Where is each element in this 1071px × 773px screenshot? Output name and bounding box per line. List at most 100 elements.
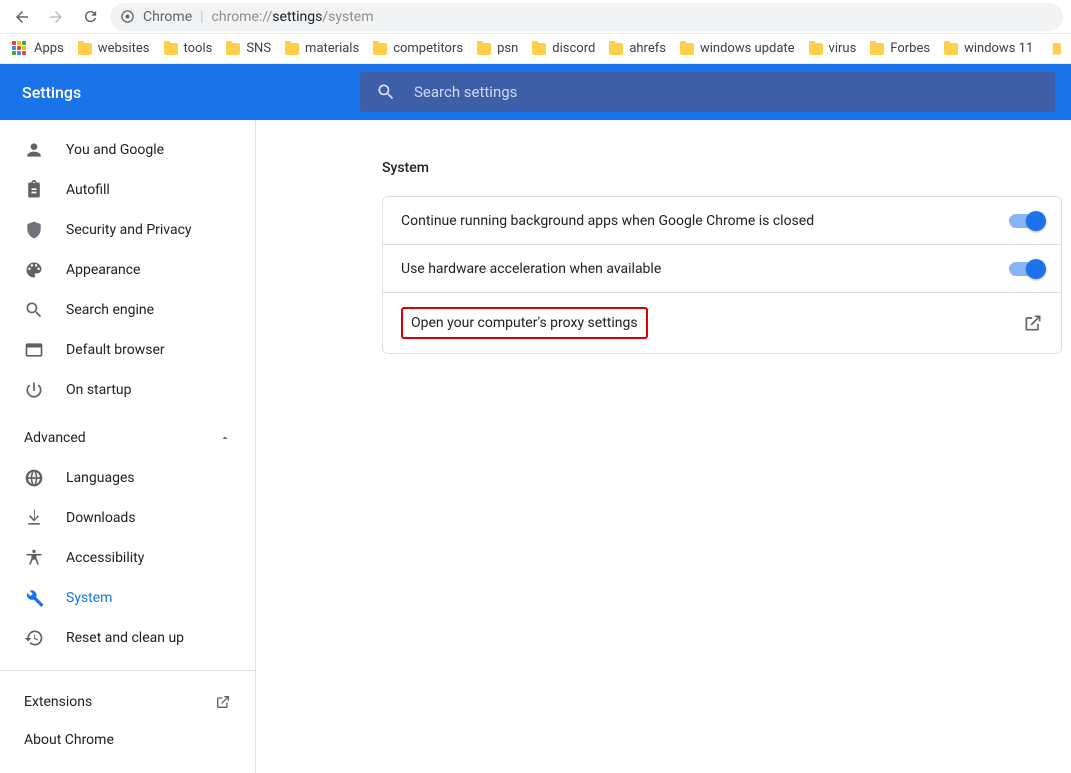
extensions-label: Extensions [24, 694, 92, 710]
advanced-label: Advanced [24, 430, 86, 446]
external-link-icon [215, 694, 231, 710]
bookmark-folder[interactable]: competitors [373, 41, 463, 56]
setting-label: Continue running background apps when Go… [401, 213, 1009, 229]
site-info-icon [120, 9, 135, 24]
folder-icon [680, 43, 694, 55]
download-icon [24, 508, 44, 528]
settings-title: Settings [0, 83, 360, 102]
sidebar-item-label: Downloads [66, 510, 136, 526]
shield-icon [24, 220, 44, 240]
reload-button[interactable] [76, 3, 104, 31]
settings-card: Continue running background apps when Go… [382, 196, 1062, 354]
sidebar-item-appearance[interactable]: Appearance [0, 250, 255, 290]
clipboard-icon [24, 180, 44, 200]
sidebar-item-label: Accessibility [66, 550, 144, 566]
bookmark-folder[interactable]: materials [285, 41, 359, 56]
bookmark-folder-cut[interactable] [1047, 43, 1061, 55]
sidebar-item-label: Reset and clean up [66, 630, 184, 646]
sidebar-item-label: On startup [66, 382, 132, 398]
accessibility-icon [24, 548, 44, 568]
sidebar-item-reset[interactable]: Reset and clean up [0, 618, 255, 658]
folder-icon [164, 43, 178, 55]
sidebar-item-security[interactable]: Security and Privacy [0, 210, 255, 250]
setting-row-proxy[interactable]: Open your computer's proxy settings [383, 293, 1061, 353]
folder-icon [532, 43, 546, 55]
sidebar-item-label: System [66, 590, 112, 606]
setting-row-hardware-accel: Use hardware acceleration when available [383, 245, 1061, 293]
folder-icon [944, 43, 958, 55]
bookmark-folder[interactable]: psn [477, 41, 518, 56]
folder-icon [78, 43, 92, 55]
search-icon [24, 300, 44, 320]
folder-icon [285, 43, 299, 55]
folder-icon [870, 43, 884, 55]
bookmark-folder[interactable]: tools [164, 41, 213, 56]
address-url: chrome://settings/system [212, 9, 374, 25]
bookmark-folder[interactable]: Forbes [870, 41, 930, 56]
section-title: System [382, 160, 1062, 176]
setting-row-background-apps: Continue running background apps when Go… [383, 197, 1061, 245]
sidebar-item-label: You and Google [66, 142, 164, 158]
sidebar-item-languages[interactable]: Languages [0, 458, 255, 498]
folder-icon [477, 43, 491, 55]
bookmark-folder[interactable]: virus [809, 41, 857, 56]
sidebar-item-label: Autofill [66, 182, 110, 198]
toggle-hardware-accel[interactable] [1009, 262, 1043, 276]
folder-icon [809, 43, 823, 55]
about-label: About Chrome [24, 732, 114, 748]
sidebar-item-default-browser[interactable]: Default browser [0, 330, 255, 370]
settings-search-input[interactable] [414, 83, 1039, 101]
palette-icon [24, 260, 44, 280]
apps-label: Apps [34, 41, 64, 56]
address-separator: | [200, 9, 203, 25]
sidebar-advanced-toggle[interactable]: Advanced [0, 418, 255, 458]
bookmark-folder[interactable]: SNS [226, 41, 271, 56]
sidebar-item-you-and-google[interactable]: You and Google [0, 130, 255, 170]
bookmark-folder[interactable]: websites [78, 41, 150, 56]
sidebar-item-accessibility[interactable]: Accessibility [0, 538, 255, 578]
apps-icon [12, 41, 28, 57]
chevron-up-icon [219, 432, 231, 444]
window-icon [24, 340, 44, 360]
bookmark-folder[interactable]: windows 11 [944, 41, 1033, 56]
bookmark-folder[interactable]: ahrefs [609, 41, 666, 56]
address-origin: Chrome [143, 9, 192, 25]
address-bar[interactable]: Chrome | chrome://settings/system [110, 3, 1063, 31]
settings-header: Settings [0, 64, 1071, 120]
sidebar-item-label: Appearance [66, 262, 140, 278]
setting-label: Open your computer's proxy settings [401, 307, 1023, 339]
search-icon [376, 82, 396, 102]
apps-shortcut[interactable]: Apps [12, 41, 64, 57]
sidebar-item-autofill[interactable]: Autofill [0, 170, 255, 210]
external-link-icon [1023, 313, 1043, 333]
bookmarks-bar: Apps websites tools SNS materials compet… [0, 34, 1071, 64]
sidebar-item-label: Search engine [66, 302, 154, 318]
forward-button[interactable] [42, 3, 70, 31]
folder-icon [609, 43, 623, 55]
settings-sidebar: You and Google Autofill Security and Pri… [0, 120, 256, 773]
sidebar-item-extensions[interactable]: Extensions [0, 683, 255, 721]
browser-toolbar: Chrome | chrome://settings/system [0, 0, 1071, 34]
sidebar-item-search-engine[interactable]: Search engine [0, 290, 255, 330]
folder-icon [373, 43, 387, 55]
restore-icon [24, 628, 44, 648]
wrench-icon [24, 588, 44, 608]
setting-label: Use hardware acceleration when available [401, 261, 1009, 277]
settings-search[interactable] [360, 72, 1055, 112]
sidebar-item-about[interactable]: About Chrome [0, 721, 255, 759]
sidebar-item-label: Languages [66, 470, 135, 486]
sidebar-item-downloads[interactable]: Downloads [0, 498, 255, 538]
globe-icon [24, 468, 44, 488]
toggle-background-apps[interactable] [1009, 214, 1043, 228]
settings-content: System Continue running background apps … [256, 120, 1071, 773]
person-icon [24, 140, 44, 160]
sidebar-item-on-startup[interactable]: On startup [0, 370, 255, 410]
bookmark-folder[interactable]: windows update [680, 41, 795, 56]
bookmark-folder[interactable]: discord [532, 41, 595, 56]
sidebar-divider [0, 670, 255, 671]
back-button[interactable] [8, 3, 36, 31]
folder-icon [1047, 43, 1061, 55]
sidebar-item-system[interactable]: System [0, 578, 255, 618]
power-icon [24, 380, 44, 400]
folder-icon [226, 43, 240, 55]
